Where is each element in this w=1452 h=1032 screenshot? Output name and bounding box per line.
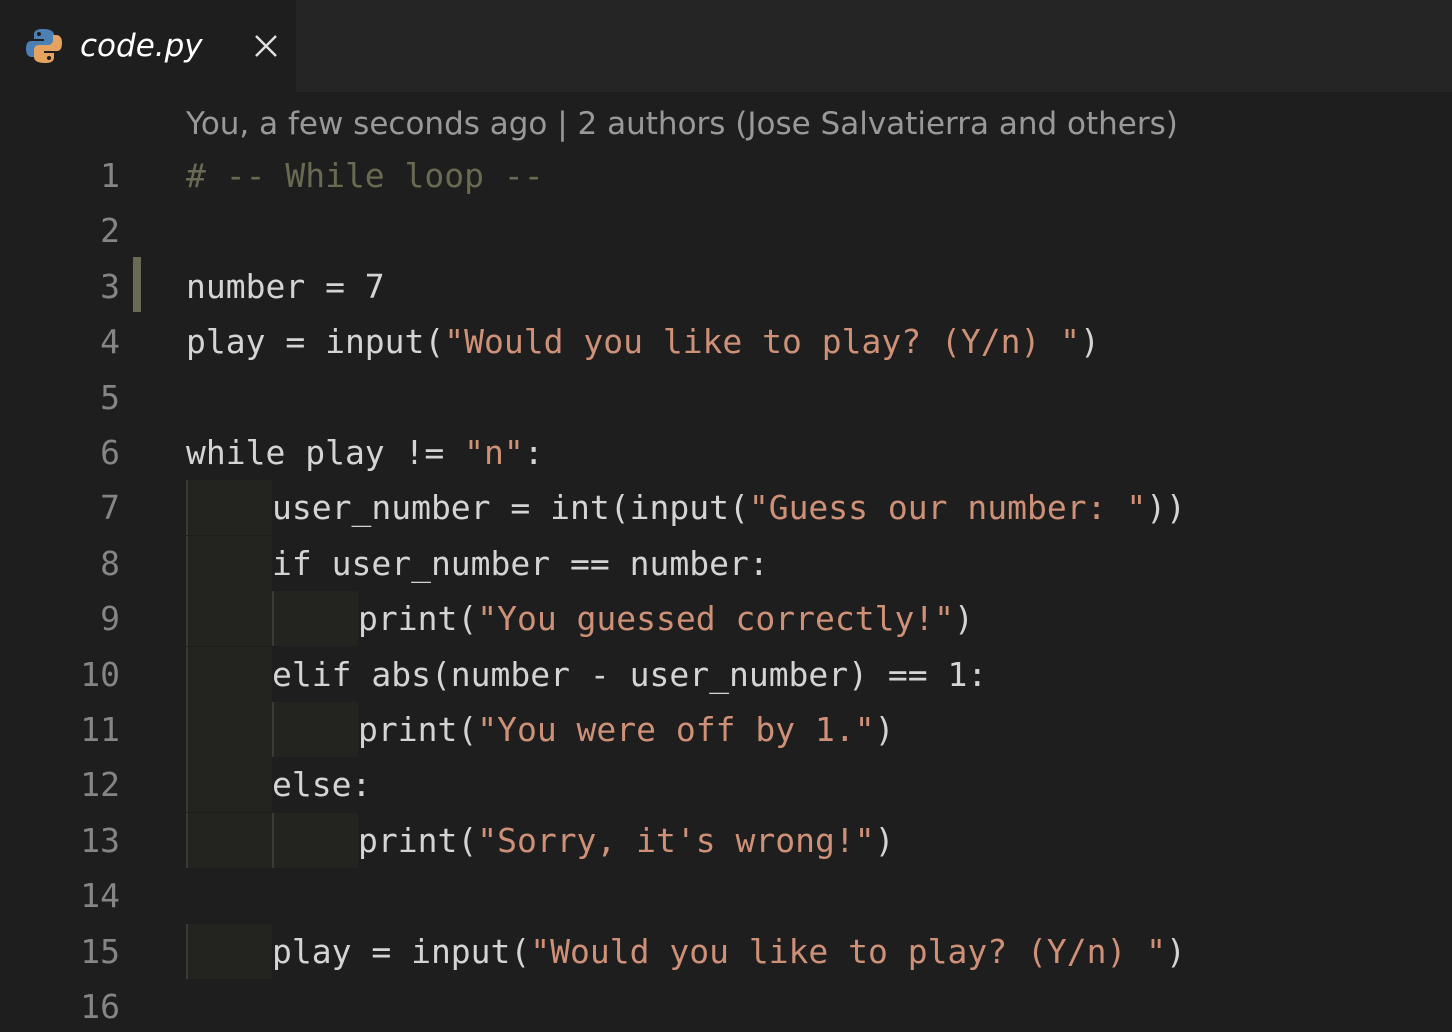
line-number: 4 (100, 322, 120, 362)
token-default: else: (272, 765, 372, 805)
indent-guide (186, 923, 272, 979)
code-line[interactable]: 8 if user_number == number: (0, 535, 1452, 591)
code-line[interactable]: 3 number = 7 (0, 259, 1452, 314)
git-blame-codelens[interactable]: You, a few seconds ago | 2 authors (Jose… (186, 104, 1178, 144)
line-number: 6 (100, 433, 120, 472)
token-default: print( (358, 710, 478, 749)
line-number: 11 (80, 710, 120, 749)
code-text[interactable]: play = input("Would you like to play? (Y… (186, 923, 1186, 979)
token-default: : (523, 433, 544, 472)
token-default: while play != (186, 433, 465, 472)
code-line[interactable]: 10 elif abs(number - user_number) == 1: (0, 646, 1452, 702)
code-line[interactable]: 16 (0, 979, 1452, 1032)
token-default: print( (358, 820, 478, 860)
token-default: user_number = int(input( (272, 488, 749, 528)
code-line[interactable]: 13 print("Sorry, it's wrong!") (0, 812, 1452, 868)
token-string: "You were off by 1." (477, 710, 875, 749)
indent-guide (272, 591, 358, 647)
code-line[interactable]: 15 play = input("Would you like to play? … (0, 923, 1452, 979)
code-line[interactable]: 2 (0, 203, 1452, 258)
line-number: 10 (80, 654, 120, 694)
token-string: "n" (464, 433, 524, 472)
line-number: 1 (100, 156, 120, 195)
code-line[interactable]: 14 (0, 868, 1452, 923)
code-editor[interactable]: code.py You, a few seconds ago | 2 autho… (0, 0, 1452, 1032)
token-string: "You guessed correctly!" (477, 599, 955, 639)
token-comment: # -- While loop -- (186, 156, 544, 195)
code-text[interactable]: print("You guessed correctly!") (186, 591, 974, 647)
close-icon[interactable] (250, 28, 282, 64)
line-number: 16 (80, 987, 120, 1026)
tab-code-py[interactable]: code.py (0, 0, 296, 92)
line-number: 8 (100, 543, 120, 583)
indent-guide (186, 480, 272, 536)
line-number: 14 (80, 876, 120, 916)
line-number: 5 (100, 377, 120, 417)
code-text[interactable]: number = 7 (186, 259, 385, 314)
code-line[interactable]: 7 user_number = int(input("Guess our numb… (0, 480, 1452, 536)
token-default: elif abs(number - user_number) == 1: (272, 654, 988, 694)
line-number: 3 (100, 266, 120, 306)
code-text[interactable]: user_number = int(input("Guess our numbe… (186, 480, 1186, 536)
code-text[interactable]: # -- While loop -- (186, 148, 544, 203)
indent-guide (272, 812, 358, 868)
token-default: ) (874, 710, 895, 749)
token-default: print( (358, 599, 478, 639)
token-string: "Would you like to play? (Y/n) " (444, 322, 1081, 362)
code-line[interactable]: 9 print("You guessed correctly!") (0, 591, 1452, 647)
token-default: ) (954, 599, 974, 639)
token-default: play = input( (272, 931, 531, 971)
code-text[interactable]: print("You were off by 1.") (186, 702, 894, 757)
line-number: 12 (80, 765, 120, 805)
code-line[interactable]: 11 print("You were off by 1.") (0, 702, 1452, 757)
token-string: "Sorry, it's wrong!" (477, 820, 875, 860)
token-string: "Would you like to play? (Y/n) " (530, 931, 1167, 971)
token-default: play = input( (186, 322, 445, 362)
code-line[interactable]: 6 while play != "n": (0, 425, 1452, 480)
indent-guide (186, 702, 272, 757)
line-number: 13 (80, 820, 120, 860)
tab-bar: code.py (0, 0, 1452, 92)
code-text[interactable]: else: (186, 757, 372, 813)
token-default: )) (1146, 488, 1186, 528)
indent-guide (186, 757, 272, 813)
python-icon (24, 26, 64, 66)
token-default: ) (1166, 931, 1186, 971)
code-text[interactable]: print("Sorry, it's wrong!") (186, 812, 895, 868)
indent-guide (186, 535, 272, 591)
code-line[interactable]: 1 # -- While loop -- (0, 148, 1452, 203)
code-line[interactable]: 4 play = input("Would you like to play? (… (0, 314, 1452, 369)
line-number: 9 (100, 599, 120, 639)
token-string: "Guess our number: " (748, 488, 1147, 528)
indent-guide (272, 702, 358, 757)
line-number: 2 (100, 211, 120, 251)
code-line[interactable]: 5 (0, 370, 1452, 425)
line-number: 15 (80, 931, 120, 971)
code-text[interactable]: while play != "n": (186, 425, 544, 480)
token-default: ) (874, 820, 895, 860)
line-number: 7 (100, 488, 120, 528)
tab-label: code.py (80, 28, 203, 64)
indent-guide (186, 591, 272, 647)
indent-guide (186, 812, 272, 868)
token-default: if user_number == number: (272, 543, 769, 583)
code-text[interactable]: elif abs(number - user_number) == 1: (186, 646, 988, 702)
code-line[interactable]: 12 else: (0, 757, 1452, 813)
code-text[interactable]: if user_number == number: (186, 535, 769, 591)
token-default: number = 7 (186, 266, 385, 306)
code-text[interactable]: play = input("Would you like to play? (Y… (186, 314, 1100, 369)
token-default: ) (1080, 322, 1100, 362)
indent-guide (186, 646, 272, 702)
